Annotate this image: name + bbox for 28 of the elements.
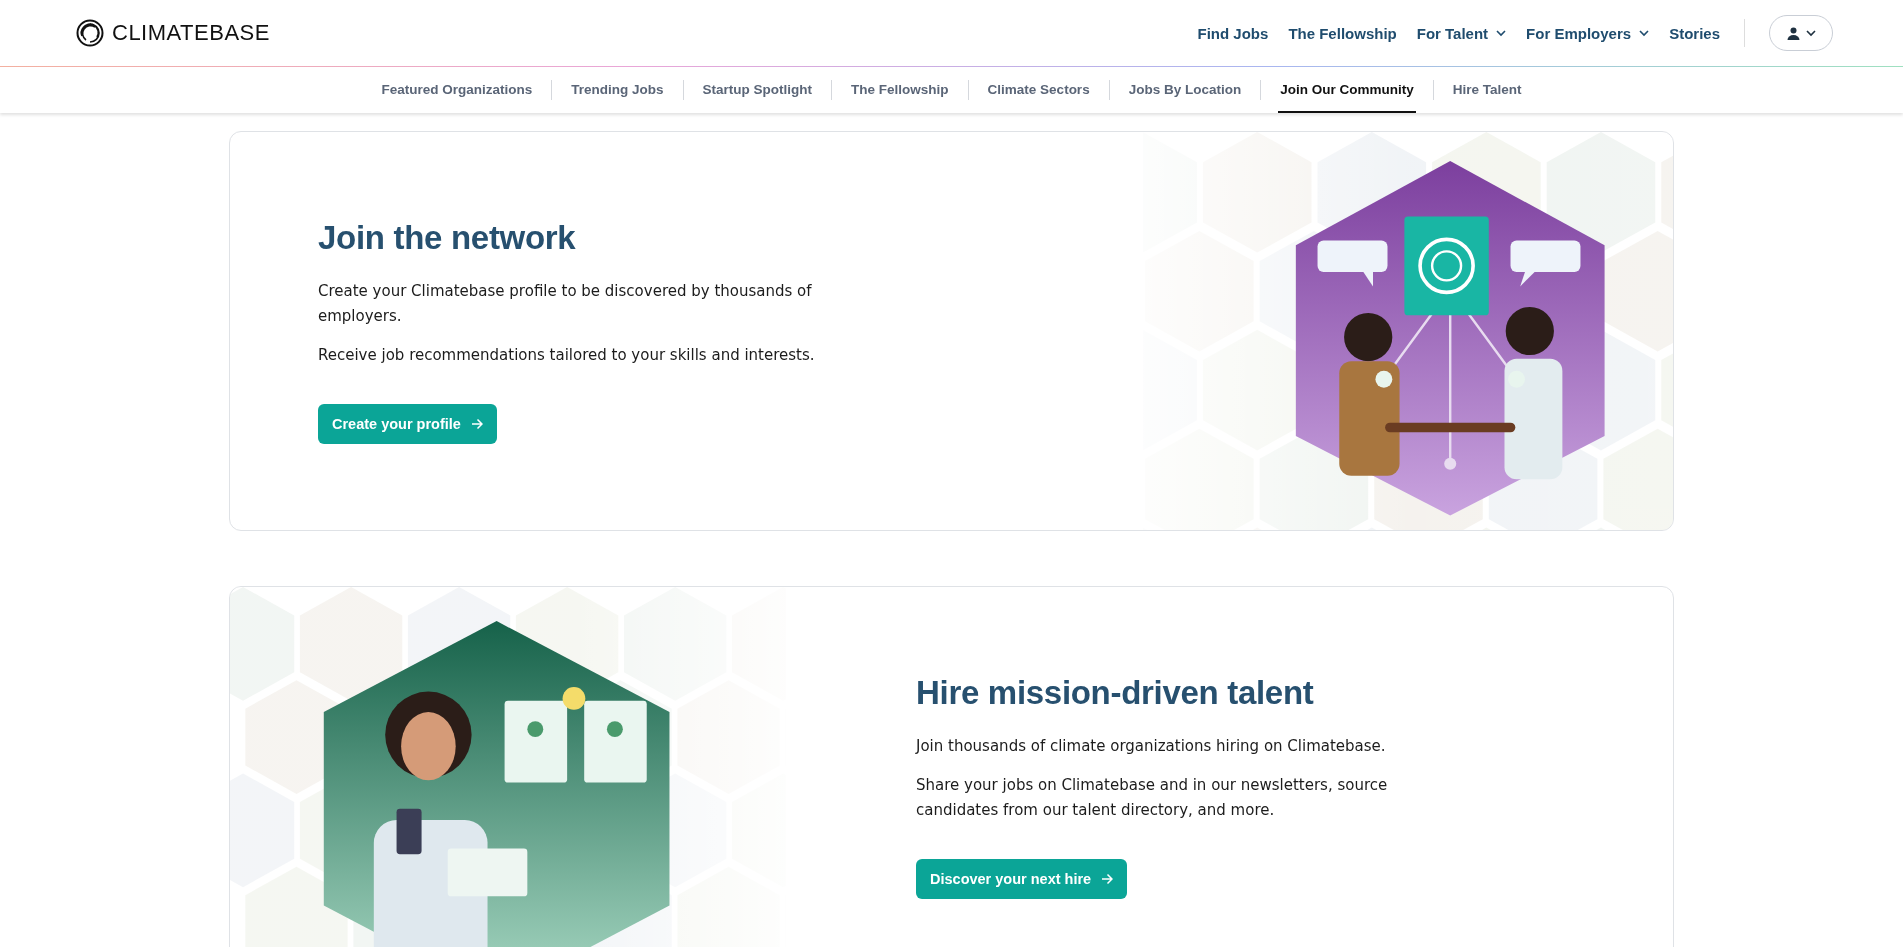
section-tab[interactable]: Featured Organizations (379, 67, 535, 113)
arrow-right-icon (470, 417, 483, 430)
section-heading: Join the network (318, 218, 577, 257)
description-text: Create your Climatebase profile to be discovered by thousands of employers. (318, 280, 813, 327)
description-text: Join thousands of climate organizations hiring on Climatebase. (916, 735, 1387, 757)
section-tab[interactable]: Jobs By Location (1126, 67, 1244, 113)
section-tab[interactable]: The Fellowship (849, 67, 951, 113)
nav-link[interactable]: The Fellowship (1288, 24, 1397, 42)
section-tab[interactable]: Trending Jobs (569, 67, 666, 113)
logo-text[interactable]: CLIMATEBASE (112, 20, 270, 46)
arrow-right-icon (1101, 872, 1114, 885)
chevron-down-icon (1496, 29, 1507, 37)
logo-icon (76, 19, 104, 47)
user-icon (1786, 26, 1800, 40)
nav-link[interactable]: Find Jobs (1197, 24, 1269, 42)
chevron-down-icon (1639, 29, 1650, 37)
account-menu-button[interactable] (1769, 15, 1833, 51)
nav-link[interactable]: Stories (1669, 24, 1720, 42)
nav-dropdown[interactable]: For Talent (1416, 24, 1507, 42)
section-tab[interactable]: Startup Spotlight (700, 67, 815, 113)
chevron-down-icon (1805, 29, 1816, 37)
description-text: Share your jobs on Climatebase and in our newsletters, source candidates from our talent directory, and more. (916, 774, 1389, 821)
section-tab[interactable]: Climate Sectors (985, 67, 1092, 113)
nav-dropdown[interactable]: For Employers (1526, 24, 1650, 42)
section-heading: Hire mission-driven talent (916, 673, 1315, 712)
section-tab[interactable]: Join Our Community (1278, 67, 1416, 113)
section-tab[interactable]: Hire Talent (1450, 67, 1524, 113)
description-text: Receive job recommendations tailored to your skills and interests. (318, 344, 816, 366)
